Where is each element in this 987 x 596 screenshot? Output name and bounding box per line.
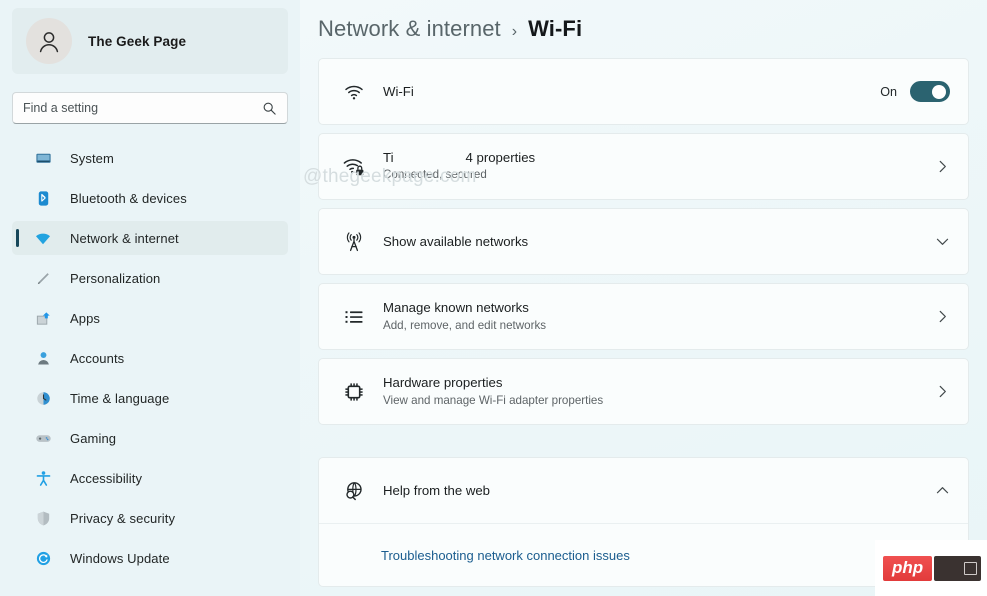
chevron-down-icon[interactable] bbox=[935, 234, 950, 249]
manage-networks-title: Manage known networks bbox=[383, 300, 529, 315]
php-badge-dark-block bbox=[934, 555, 981, 581]
chevron-right-icon[interactable] bbox=[935, 159, 950, 174]
breadcrumb: Network & internet › Wi-Fi bbox=[318, 0, 969, 58]
bluetooth-icon bbox=[32, 190, 54, 207]
wifi-toggle-control: On bbox=[880, 81, 950, 102]
manage-networks-subtitle: Add, remove, and edit networks bbox=[383, 319, 547, 332]
php-logo: php bbox=[883, 555, 933, 581]
help-link-row[interactable]: Troubleshooting network connection issue… bbox=[319, 524, 968, 586]
sidebar-item-label: Network & internet bbox=[70, 230, 179, 246]
hardware-properties-text: Hardware properties View and manage Wi-F… bbox=[383, 374, 935, 409]
connected-network-title-line: Ti 4 properties bbox=[383, 150, 935, 165]
sidebar: The Geek Page System bbox=[0, 0, 300, 596]
sidebar-nav: System Bluetooth & devices Network & int… bbox=[0, 141, 300, 575]
sidebar-item-apps[interactable]: Apps bbox=[12, 301, 288, 335]
account-name: The Geek Page bbox=[88, 33, 187, 49]
monitor-icon bbox=[32, 150, 54, 167]
sidebar-item-personalization[interactable]: Personalization bbox=[12, 261, 288, 295]
breadcrumb-parent[interactable]: Network & internet bbox=[318, 16, 501, 42]
broadcast-tower-icon bbox=[339, 231, 369, 253]
account-card[interactable]: The Geek Page bbox=[12, 8, 288, 74]
sidebar-item-accessibility[interactable]: Accessibility bbox=[12, 461, 288, 495]
chevron-up-icon[interactable] bbox=[935, 483, 950, 498]
manage-networks-text: Manage known networks Add, remove, and e… bbox=[383, 299, 935, 334]
hardware-properties-row[interactable]: Hardware properties View and manage Wi-F… bbox=[319, 359, 968, 424]
sidebar-item-accounts[interactable]: Accounts bbox=[12, 341, 288, 375]
connected-network-properties: 4 properties bbox=[465, 150, 536, 165]
chevron-right-icon[interactable] bbox=[935, 309, 950, 324]
sidebar-item-label: System bbox=[70, 150, 114, 166]
wifi-toggle-switch[interactable] bbox=[910, 81, 950, 102]
search-box[interactable] bbox=[12, 92, 288, 124]
sidebar-item-label: Bluetooth & devices bbox=[70, 190, 187, 206]
sidebar-item-system[interactable]: System bbox=[12, 141, 288, 175]
show-networks-text: Show available networks bbox=[383, 233, 935, 250]
accounts-icon bbox=[32, 350, 54, 367]
search-input[interactable] bbox=[23, 101, 262, 115]
wifi-icon bbox=[32, 229, 54, 247]
gamepad-icon bbox=[32, 430, 54, 447]
sidebar-item-label: Time & language bbox=[70, 390, 170, 406]
sidebar-item-time-language[interactable]: Time & language bbox=[12, 381, 288, 415]
chip-icon bbox=[339, 381, 369, 403]
connected-network-ssid: Ti bbox=[383, 150, 394, 165]
sidebar-item-label: Apps bbox=[70, 310, 101, 326]
connected-network-status: Connected, secured bbox=[383, 168, 487, 181]
clock-icon bbox=[32, 390, 54, 407]
help-link-troubleshooting[interactable]: Troubleshooting network connection issue… bbox=[381, 548, 630, 563]
chevron-right-icon: › bbox=[511, 23, 518, 40]
page-title: Wi-Fi bbox=[528, 16, 583, 41]
sidebar-item-label: Windows Update bbox=[70, 550, 170, 566]
sidebar-item-label: Accessibility bbox=[70, 470, 143, 486]
sidebar-item-network-internet[interactable]: Network & internet bbox=[12, 221, 288, 255]
wifi-toggle-state-label: On bbox=[880, 84, 897, 99]
hardware-properties-card: Hardware properties View and manage Wi-F… bbox=[318, 358, 969, 425]
accessibility-icon bbox=[32, 470, 54, 487]
sidebar-item-gaming[interactable]: Gaming bbox=[12, 421, 288, 455]
wifi-toggle-title: Wi-Fi bbox=[383, 84, 414, 99]
user-avatar-icon bbox=[26, 18, 72, 64]
chevron-right-icon[interactable] bbox=[935, 384, 950, 399]
manage-known-networks-row[interactable]: Manage known networks Add, remove, and e… bbox=[319, 284, 968, 349]
wifi-toggle-card: Wi-Fi On bbox=[318, 58, 969, 125]
help-from-web-text: Help from the web bbox=[383, 482, 935, 499]
wifi-toggle-text: Wi-Fi bbox=[383, 83, 880, 100]
sidebar-item-label: Personalization bbox=[70, 270, 161, 286]
help-from-web-card: Help from the web Troubleshooting networ… bbox=[318, 457, 969, 587]
globe-search-icon bbox=[339, 480, 369, 502]
php-badge: php bbox=[875, 540, 987, 596]
help-from-web-row[interactable]: Help from the web bbox=[319, 458, 968, 523]
apps-icon bbox=[32, 310, 54, 327]
paintbrush-icon bbox=[32, 270, 54, 287]
show-networks-card: Show available networks bbox=[318, 208, 969, 275]
update-icon bbox=[32, 550, 54, 567]
manage-networks-card: Manage known networks Add, remove, and e… bbox=[318, 283, 969, 350]
sidebar-item-label: Privacy & security bbox=[70, 510, 176, 526]
sidebar-item-label: Accounts bbox=[70, 350, 125, 366]
list-icon bbox=[339, 306, 369, 328]
main-content: Network & internet › Wi-Fi Wi-Fi On Ti 4… bbox=[300, 0, 987, 596]
sidebar-item-windows-update[interactable]: Windows Update bbox=[12, 541, 288, 575]
show-networks-title: Show available networks bbox=[383, 234, 529, 249]
sidebar-item-privacy-security[interactable]: Privacy & security bbox=[12, 501, 288, 535]
toggle-knob bbox=[932, 85, 946, 99]
connected-network-text: Ti 4 properties Connected, secured bbox=[383, 150, 935, 183]
shield-icon bbox=[32, 510, 54, 527]
hardware-properties-subtitle: View and manage Wi-Fi adapter properties bbox=[383, 394, 604, 407]
connected-network-row[interactable]: Ti 4 properties Connected, secured bbox=[319, 134, 968, 199]
help-from-web-title: Help from the web bbox=[383, 483, 491, 498]
sidebar-item-bluetooth-devices[interactable]: Bluetooth & devices bbox=[12, 181, 288, 215]
wifi-lock-icon bbox=[339, 155, 369, 179]
connected-network-card: Ti 4 properties Connected, secured bbox=[318, 133, 969, 200]
wifi-icon bbox=[339, 81, 369, 103]
hardware-properties-title: Hardware properties bbox=[383, 375, 503, 390]
search-icon bbox=[262, 101, 277, 116]
settings-window: The Geek Page System bbox=[0, 0, 987, 596]
sidebar-item-label: Gaming bbox=[70, 430, 117, 446]
show-available-networks-row[interactable]: Show available networks bbox=[319, 209, 968, 274]
wifi-toggle-row[interactable]: Wi-Fi On bbox=[319, 59, 968, 124]
